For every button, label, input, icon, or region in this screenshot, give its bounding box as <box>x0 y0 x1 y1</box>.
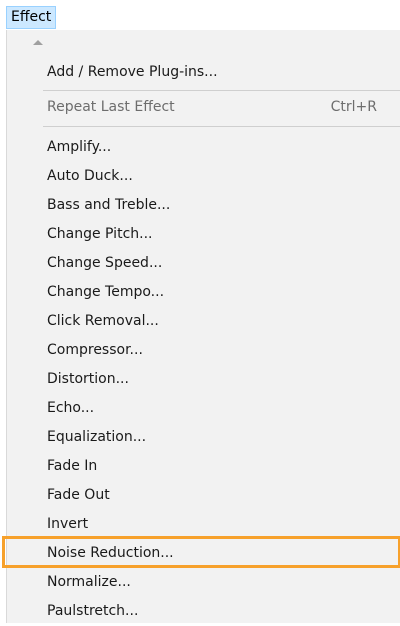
menu-item-equalization[interactable]: Equalization... <box>7 423 400 452</box>
menu-item-repeat-last-effect: Repeat Last Effect Ctrl+R <box>7 93 400 122</box>
menu-separator <box>43 126 400 127</box>
scroll-up-arrow-icon[interactable] <box>33 40 43 45</box>
menu-item-bass-and-treble[interactable]: Bass and Treble... <box>7 191 400 220</box>
menu-item-amplify[interactable]: Amplify... <box>7 133 400 162</box>
menu-item-auto-duck[interactable]: Auto Duck... <box>7 162 400 191</box>
menu-item-fade-out[interactable]: Fade Out <box>7 481 400 510</box>
menu-item-click-removal[interactable]: Click Removal... <box>7 307 400 336</box>
menu-item-normalize[interactable]: Normalize... <box>7 568 400 597</box>
menu-item-invert[interactable]: Invert <box>7 510 400 539</box>
menu-item-distortion[interactable]: Distortion... <box>7 365 400 394</box>
menu-separator <box>43 90 400 91</box>
menu-item-fade-in[interactable]: Fade In <box>7 452 400 481</box>
menu-item-change-pitch[interactable]: Change Pitch... <box>7 220 400 249</box>
menubar: Effect <box>0 0 400 30</box>
menu-effect[interactable]: Effect <box>6 6 57 29</box>
menu-item-add-remove-plugins[interactable]: Add / Remove Plug-ins... <box>7 58 400 87</box>
menu-item-paulstretch[interactable]: Paulstretch... <box>7 597 400 626</box>
menu-item-change-speed[interactable]: Change Speed... <box>7 249 400 278</box>
menu-item-noise-reduction[interactable]: Noise Reduction... <box>7 539 400 568</box>
menu-item-echo[interactable]: Echo... <box>7 394 400 423</box>
menu-item-compressor[interactable]: Compressor... <box>7 336 400 365</box>
effect-dropdown-menu: Add / Remove Plug-ins... Repeat Last Eff… <box>2 30 400 626</box>
menu-item-shortcut: Ctrl+R <box>330 99 377 115</box>
menu-item-label: Repeat Last Effect <box>47 99 175 115</box>
menu-item-change-tempo[interactable]: Change Tempo... <box>7 278 400 307</box>
